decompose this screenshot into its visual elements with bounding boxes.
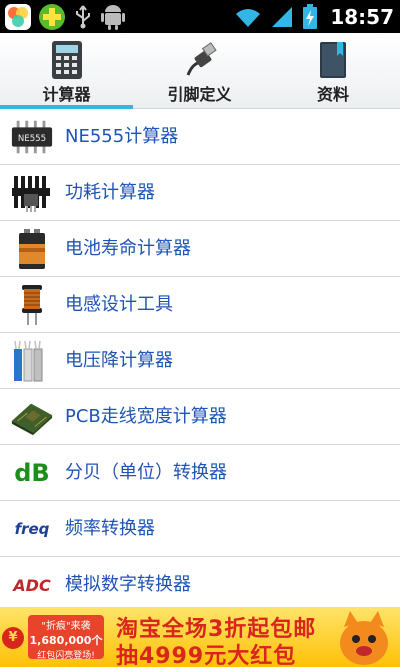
tab-resources[interactable]: 资料 — [266, 33, 400, 109]
list-item-label: 分贝（单位）转换器 — [65, 462, 227, 483]
list-item-label: NE555计算器 — [65, 126, 179, 147]
status-bar: 18:57 — [0, 0, 400, 33]
freq-icon: freq — [14, 520, 50, 538]
list-item-pcb-trace[interactable]: PCB走线宽度计算器 — [0, 389, 400, 445]
yen-coin-icon: ¥ — [2, 627, 24, 649]
app-icon-colorful — [5, 4, 31, 30]
list-item-battery[interactable]: 电池寿命计算器 — [0, 221, 400, 277]
mascot-icon — [340, 611, 388, 665]
book-icon — [320, 42, 346, 78]
tab-label: 资料 — [316, 85, 349, 104]
ad-promo-tag: "折痕"来袭 1,680,000个 红包闪亮登场! — [28, 615, 104, 661]
list-item-label: 电感设计工具 — [65, 294, 173, 315]
list-item-label: 功耗计算器 — [65, 182, 155, 203]
clock: 18:57 — [330, 5, 394, 29]
list-item-label: 模拟数字转换器 — [65, 574, 191, 595]
signal-icon — [272, 7, 293, 27]
tab-label: 引脚定义 — [167, 85, 232, 104]
list-item-adc[interactable]: ADC 模拟数字转换器 — [0, 557, 400, 613]
adc-icon: ADC — [13, 575, 51, 595]
tab-pin-definitions[interactable]: 引脚定义 — [133, 33, 266, 109]
svg-text:NE555: NE555 — [18, 134, 46, 144]
inductor-icon — [10, 283, 54, 327]
pcb-icon — [10, 395, 54, 439]
list-item-label: 电压降计算器 — [65, 350, 173, 371]
list-item-label: 频率转换器 — [65, 518, 155, 539]
tab-bar: 计算器 引脚定义 资料 — [0, 33, 400, 109]
list-item-ne555[interactable]: NE555 NE555计算器 — [0, 109, 400, 165]
tab-calculator[interactable]: 计算器 — [0, 33, 133, 109]
notification-icons — [4, 3, 126, 31]
list-item-power[interactable]: 功耗计算器 — [0, 165, 400, 221]
ne555-chip-icon: NE555 — [10, 115, 54, 159]
ad-banner[interactable]: ¥ "折痕"来袭 1,680,000个 红包闪亮登场! 淘宝全场3折起包邮 抽4… — [0, 607, 400, 667]
list-item-label: 电池寿命计算器 — [65, 238, 191, 259]
list-item-decibel[interactable]: dB 分贝（单位）转换器 — [0, 445, 400, 501]
battery-icon — [10, 227, 54, 271]
db-icon: dB — [14, 459, 50, 487]
plus-app-icon — [39, 4, 65, 30]
ad-subheadline: 抽4999元大红包 — [116, 644, 297, 667]
usb-icon — [76, 5, 90, 29]
android-icon — [101, 5, 125, 30]
list-item-label: PCB走线宽度计算器 — [65, 406, 227, 427]
list-item-inductor[interactable]: 电感设计工具 — [0, 277, 400, 333]
list-item-voltage-drop[interactable]: 电压降计算器 — [0, 333, 400, 389]
tab-label: 计算器 — [42, 85, 91, 104]
battery-charging-icon — [303, 4, 318, 29]
system-icons: 18:57 — [234, 4, 394, 30]
calculator-icon — [51, 41, 82, 79]
usb-plug-icon — [186, 42, 217, 76]
calculator-list: NE555 NE555计算器 功耗计算器 电池寿命计算器 电感设计工具 电压降计… — [0, 109, 400, 613]
wires-icon — [10, 339, 54, 383]
heatsink-icon — [10, 171, 54, 215]
list-item-frequency[interactable]: freq 频率转换器 — [0, 501, 400, 557]
wifi-icon — [236, 9, 261, 27]
